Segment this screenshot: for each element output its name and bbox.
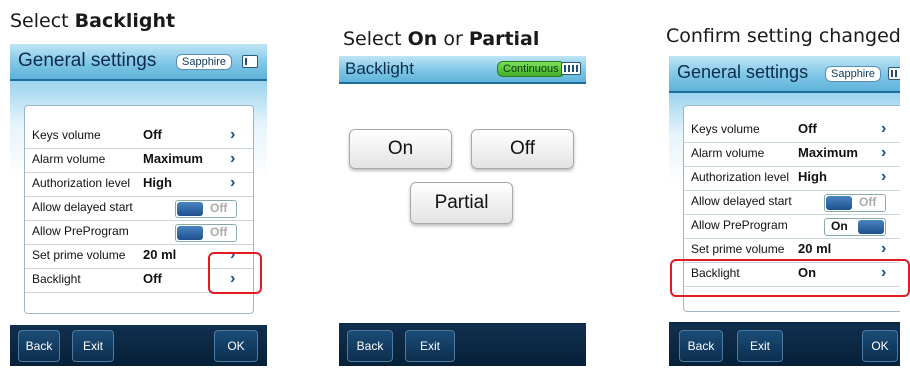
exit-button[interactable]: Exit bbox=[405, 330, 455, 362]
setting-row-allow-delayed-start: Allow delayed start Off bbox=[684, 190, 900, 215]
backlight-partial-button[interactable]: Partial bbox=[410, 182, 513, 224]
battery-icon bbox=[242, 55, 258, 68]
highlight-backlight-row bbox=[670, 259, 910, 297]
setting-row-authorization-level[interactable]: Authorization level High › bbox=[25, 172, 253, 197]
setting-label: Authorization level bbox=[32, 176, 131, 190]
setting-value: Off bbox=[143, 127, 162, 142]
ok-button[interactable]: OK bbox=[862, 330, 898, 362]
setting-value: 20 ml bbox=[143, 247, 177, 262]
setting-label: Allow delayed start bbox=[32, 200, 133, 214]
setting-row-alarm-volume[interactable]: Alarm volume Maximum › bbox=[684, 142, 900, 167]
screen-title: Backlight bbox=[345, 59, 414, 78]
screen-title: General settings bbox=[18, 50, 157, 71]
back-button[interactable]: Back bbox=[18, 330, 60, 362]
preprogram-toggle[interactable]: On bbox=[824, 218, 886, 236]
back-button[interactable]: Back bbox=[347, 330, 393, 362]
toggle-knob bbox=[858, 220, 884, 234]
chevron-right-icon[interactable]: › bbox=[230, 126, 235, 144]
caption-text: Select bbox=[10, 10, 75, 32]
setting-value: Off bbox=[143, 271, 162, 286]
delayed-start-toggle[interactable]: Off bbox=[824, 194, 886, 212]
screen-footer: Back Exit bbox=[339, 324, 586, 366]
toggle-knob bbox=[177, 226, 203, 240]
toggle-text: On bbox=[831, 219, 848, 233]
setting-value: Maximum bbox=[798, 145, 858, 160]
screen-general-settings-after: General settings Sapphire Keys volume Of… bbox=[669, 56, 900, 366]
battery-icon bbox=[561, 62, 581, 75]
screen-general-settings-before: General settings Sapphire Keys volume Of… bbox=[10, 44, 267, 366]
setting-label: Allow delayed start bbox=[691, 194, 792, 208]
setting-value: 20 ml bbox=[798, 241, 832, 256]
chevron-right-icon[interactable]: › bbox=[230, 150, 235, 168]
toggle-knob bbox=[826, 196, 852, 210]
setting-value: High bbox=[143, 175, 172, 190]
screen-backlight-options: Backlight Continuous On Off Partial Back… bbox=[339, 56, 586, 366]
setting-row-allow-preprogram: Allow PreProgram Off bbox=[25, 220, 253, 245]
setting-row-allow-delayed-start: Allow delayed start Off bbox=[25, 196, 253, 221]
setting-row-alarm-volume[interactable]: Alarm volume Maximum › bbox=[25, 148, 253, 173]
caption-bold: Backlight bbox=[74, 10, 176, 32]
toggle-text: Off bbox=[859, 195, 877, 209]
screen-header: Backlight Continuous bbox=[339, 56, 586, 84]
setting-row-allow-preprogram: Allow PreProgram On bbox=[684, 214, 900, 239]
chevron-right-icon[interactable]: › bbox=[230, 174, 235, 192]
caption-text: or bbox=[437, 28, 469, 50]
chevron-right-icon[interactable]: › bbox=[881, 120, 886, 138]
preprogram-toggle[interactable]: Off bbox=[175, 224, 237, 242]
screen-title: General settings bbox=[677, 62, 809, 82]
mode-badge: Continuous bbox=[497, 61, 565, 77]
step1-caption: Select Backlight bbox=[10, 10, 175, 32]
setting-label: Set prime volume bbox=[691, 242, 785, 256]
delayed-start-toggle[interactable]: Off bbox=[175, 200, 237, 218]
setting-label: Allow PreProgram bbox=[32, 224, 129, 238]
exit-button[interactable]: Exit bbox=[72, 330, 114, 362]
battery-icon bbox=[888, 67, 900, 80]
screen-header: General settings Sapphire bbox=[10, 44, 267, 81]
exit-button[interactable]: Exit bbox=[737, 330, 783, 362]
ok-button[interactable]: OK bbox=[214, 330, 258, 362]
setting-label: Allow PreProgram bbox=[691, 218, 788, 232]
setting-row-keys-volume[interactable]: Keys volume Off › bbox=[684, 118, 900, 143]
toggle-knob bbox=[177, 202, 203, 216]
toggle-text: Off bbox=[210, 201, 228, 215]
back-button[interactable]: Back bbox=[679, 330, 723, 362]
setting-row-keys-volume[interactable]: Keys volume Off › bbox=[25, 124, 253, 149]
setting-value: High bbox=[798, 169, 827, 184]
caption-text: Select bbox=[343, 28, 408, 50]
setting-row-authorization-level[interactable]: Authorization level High › bbox=[684, 166, 900, 191]
backlight-on-button[interactable]: On bbox=[349, 129, 452, 169]
setting-label: Alarm volume bbox=[32, 152, 106, 166]
setting-label: Keys volume bbox=[691, 122, 760, 136]
screen-body: On Off Partial bbox=[339, 84, 586, 323]
setting-label: Authorization level bbox=[691, 170, 790, 184]
setting-label: Alarm volume bbox=[691, 146, 765, 160]
toggle-text: Off bbox=[210, 225, 228, 239]
setting-label: Keys volume bbox=[32, 128, 101, 142]
setting-value: Maximum bbox=[143, 151, 203, 166]
setting-label: Backlight bbox=[32, 272, 81, 286]
step2-caption: Select On or Partial bbox=[343, 28, 539, 50]
chevron-right-icon[interactable]: › bbox=[881, 240, 886, 258]
setting-label: Set prime volume bbox=[32, 248, 126, 262]
highlight-backlight-chevron bbox=[208, 252, 262, 294]
backlight-off-button[interactable]: Off bbox=[471, 129, 574, 169]
caption-text: Confirm setting changed bbox=[666, 25, 901, 47]
mode-badge: Sapphire bbox=[176, 54, 233, 70]
screen-footer: Back Exit OK bbox=[10, 325, 267, 366]
screen-footer: Back Exit OK bbox=[669, 324, 900, 366]
chevron-right-icon[interactable]: › bbox=[881, 168, 886, 186]
chevron-right-icon[interactable]: › bbox=[881, 144, 886, 162]
caption-bold: Partial bbox=[468, 28, 540, 50]
mode-badge: Sapphire bbox=[825, 66, 882, 82]
setting-value: Off bbox=[798, 121, 817, 136]
caption-bold: On bbox=[407, 28, 438, 50]
step3-caption: Confirm setting changed bbox=[666, 25, 901, 47]
screen-header: General settings Sapphire bbox=[669, 56, 900, 93]
